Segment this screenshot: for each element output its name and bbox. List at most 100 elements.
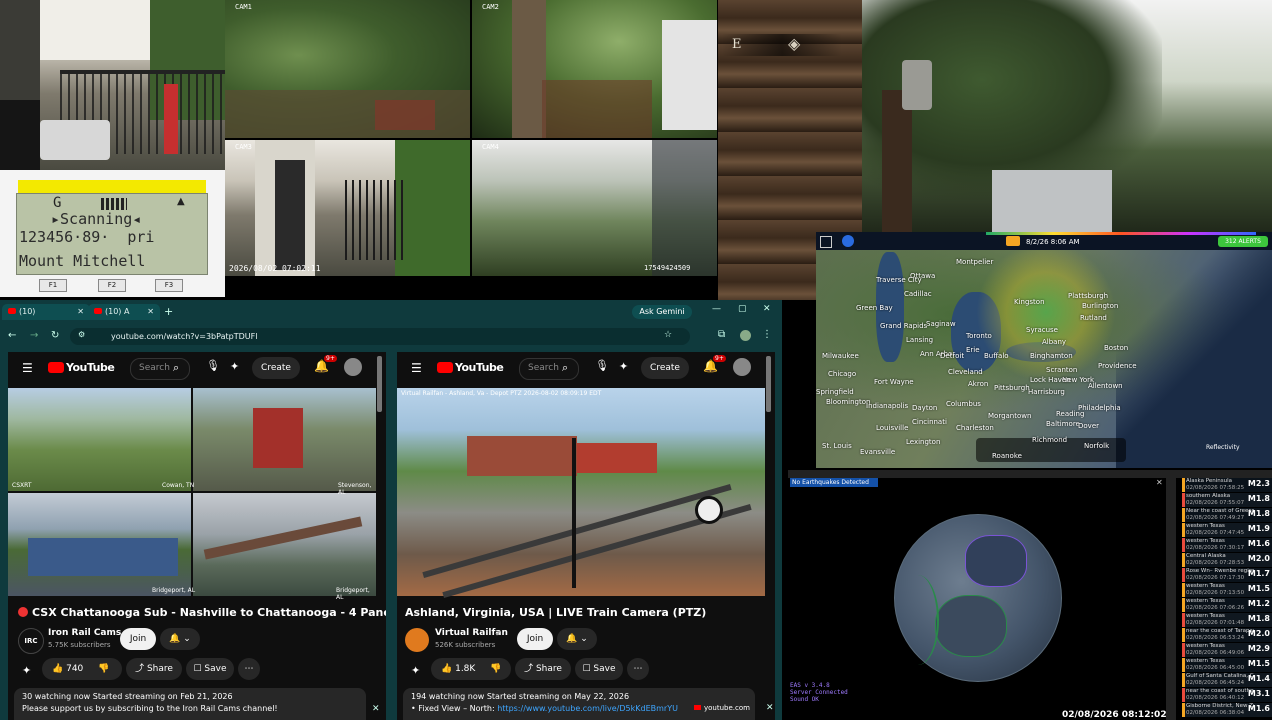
extensions-icon[interactable]: ⧉: [718, 329, 725, 340]
browser-tab-2[interactable]: (10) A ✕: [88, 304, 160, 320]
youtube-menu-icon[interactable]: ☰: [22, 361, 33, 375]
ask-gemini-button[interactable]: Ask Gemini: [632, 305, 692, 319]
quake-list-item[interactable]: near the coast of Tarapaca 02/08/2026 06:…: [1182, 628, 1272, 642]
forward-icon[interactable]: →: [30, 330, 38, 341]
microphone-icon[interactable]: 🎙: [206, 359, 220, 372]
quake-time: 02/08/2026 07:06:26: [1186, 605, 1245, 611]
globe[interactable]: [894, 514, 1062, 682]
scanner-f3-key[interactable]: F3: [155, 279, 183, 292]
quake-list-item[interactable]: western Texas 02/08/2026 07:13:50 M1.5: [1182, 583, 1272, 597]
quake-list-item[interactable]: western Texas 02/08/2026 07:47:45 M1.9: [1182, 523, 1272, 537]
youtube-logo-text[interactable]: YouTube: [66, 361, 115, 374]
tab-2-close-icon[interactable]: ✕: [147, 304, 154, 320]
youtube-logo-icon[interactable]: [437, 362, 453, 373]
video-player[interactable]: Virtual Railfan - Ashland, Va - Depot PT…: [397, 388, 765, 598]
share-button[interactable]: ⤴ Share: [515, 658, 571, 680]
gemini-sparkle-icon[interactable]: ✦: [411, 664, 420, 677]
reload-icon[interactable]: ↻: [51, 330, 59, 341]
youtube-com-chip[interactable]: youtube.com: [690, 701, 752, 715]
dislike-icon[interactable]: 👎: [490, 664, 501, 674]
bottom-close-icon[interactable]: ✕: [372, 704, 380, 714]
scanner-f1-key[interactable]: F1: [39, 279, 67, 292]
channel-avatar[interactable]: [405, 628, 429, 652]
like-dislike-button[interactable]: 👍 740 👎: [42, 658, 122, 680]
channel-name[interactable]: Iron Rail Cams: [48, 628, 121, 638]
description-link[interactable]: https://www.youtube.com/live/D5kKdEBmrYU: [497, 704, 678, 713]
scrollbar-thumb[interactable]: [377, 356, 382, 412]
youtube-logo-text[interactable]: YouTube: [455, 361, 504, 374]
site-info-icon[interactable]: ⚙: [78, 330, 85, 339]
browser-tab-1[interactable]: (10) ✕: [2, 304, 90, 320]
search-box[interactable]: Search ⌕: [519, 358, 579, 380]
gemini-spark-icon[interactable]: ✦: [230, 360, 239, 373]
maximize-icon[interactable]: ▢: [738, 304, 747, 314]
quake-list-item[interactable]: near the coast of southern...02/08/2026 …: [1182, 688, 1272, 702]
radio-scanner-display: G ▲ ▸Scanning◂ 123456·89· pri Mount Mitc…: [0, 170, 225, 297]
quake-list-item[interactable]: southern Alaska 02/08/2026 07:55:07 M1.8: [1182, 493, 1272, 507]
close-window-icon[interactable]: ✕: [763, 304, 771, 314]
browser-menu-icon[interactable]: ⋮: [762, 329, 772, 340]
triangle-icon: ▲: [177, 196, 185, 207]
quake-place: Rose Wn– Rwenbe region: [1186, 568, 1254, 574]
tab-1-close-icon[interactable]: ✕: [77, 304, 84, 320]
gemini-sparkle-icon[interactable]: ✦: [22, 664, 31, 677]
subscribed-bell-button[interactable]: 🔔 ⌄: [160, 628, 200, 650]
like-icon[interactable]: 👍: [441, 664, 452, 674]
youtube-menu-icon[interactable]: ☰: [411, 361, 422, 375]
chat-line: EAS v 3.4.8: [790, 682, 830, 689]
radar-city-label: Plattsburgh: [1068, 292, 1109, 300]
description-box[interactable]: 30 watching now Started streaming on Feb…: [14, 688, 366, 720]
user-avatar[interactable]: [733, 358, 751, 376]
radar-menu-icon[interactable]: [820, 236, 832, 248]
weather-radar-map[interactable]: 8/2/26 8:06 AM 312 ALERTS Reflectivity M…: [816, 232, 1272, 468]
quake-list-item[interactable]: Alaska Peninsula 02/08/2026 07:58:25 M2.3: [1182, 478, 1272, 492]
quake-list-item[interactable]: Near the coast of Greece 02/08/2026 07:49…: [1182, 508, 1272, 522]
save-button[interactable]: ☐ Save: [575, 658, 623, 680]
quake-list-item[interactable]: western Texas 02/08/2026 06:45:00 M1.5: [1182, 658, 1272, 672]
quake-list-item[interactable]: Gulf of Santa Catalina, Calif.02/08/2026…: [1182, 673, 1272, 687]
scrollbar-thumb[interactable]: [766, 356, 771, 412]
subscribed-bell-button[interactable]: 🔔 ⌄: [557, 628, 597, 650]
address-bar[interactable]: ⚙ youtube.com/watch?v=3bPatpTDUFl ☆: [70, 328, 690, 345]
scanner-f2-key[interactable]: F2: [98, 279, 126, 292]
quake-list-item[interactable]: western Texas 02/08/2026 07:01:48 M1.8: [1182, 613, 1272, 627]
radar-alerts-badge[interactable]: 312 ALERTS: [1218, 236, 1268, 247]
more-actions-icon[interactable]: ⋯: [238, 658, 260, 680]
radar-warning-icon[interactable]: [1006, 236, 1020, 246]
dislike-icon[interactable]: 👎: [98, 664, 109, 674]
search-icon[interactable]: ⌕: [173, 361, 179, 375]
more-actions-icon[interactable]: ⋯: [627, 658, 649, 680]
search-box[interactable]: Search ⌕: [130, 358, 190, 380]
create-button[interactable]: Create: [252, 357, 300, 379]
share-button[interactable]: ⤴ Share: [126, 658, 182, 680]
join-button[interactable]: Join: [120, 628, 156, 650]
quake-list-item[interactable]: western Texas 02/08/2026 07:30:17 M1.6: [1182, 538, 1272, 552]
youtube-pane-right: ☰ YouTube Search ⌕ 🎙 ✦ Create 🔔 9+ Virtu…: [397, 352, 775, 720]
gemini-spark-icon[interactable]: ✦: [619, 360, 628, 373]
search-icon[interactable]: ⌕: [562, 361, 568, 375]
save-button[interactable]: ☐ Save: [186, 658, 234, 680]
channel-avatar[interactable]: IRC: [18, 628, 44, 654]
back-icon[interactable]: ←: [8, 330, 16, 341]
user-avatar[interactable]: [344, 358, 362, 376]
quake-list-item[interactable]: Central Alaska 02/08/2026 07:28:53 M2.0: [1182, 553, 1272, 567]
youtube-logo-icon[interactable]: [48, 362, 64, 373]
bookmark-star-icon[interactable]: ☆: [664, 330, 672, 340]
quake-list-item[interactable]: Rose Wn– Rwenbe region 02/08/2026 07:17:3…: [1182, 568, 1272, 582]
quake-list-item[interactable]: western Texas 02/08/2026 07:06:26 M1.2: [1182, 598, 1272, 612]
quake-list-item[interactable]: Gisborne District, New Zeal...02/08/2026…: [1182, 703, 1272, 717]
profile-avatar[interactable]: [740, 330, 751, 341]
minimize-icon[interactable]: —: [712, 304, 721, 314]
microphone-icon[interactable]: 🎙: [595, 359, 609, 372]
quake-close-icon[interactable]: ✕: [1156, 478, 1163, 487]
like-dislike-button[interactable]: 👍 1.8K 👎: [431, 658, 511, 680]
video-player[interactable]: CSXRT Cowan, TN Stevenson, AL Bridgeport…: [8, 388, 376, 601]
like-icon[interactable]: 👍: [52, 664, 63, 674]
join-button[interactable]: Join: [517, 628, 553, 650]
quake-datetime: 02/08/2026 08:12:02: [1062, 710, 1167, 720]
chip-close-icon[interactable]: ✕: [766, 703, 774, 713]
quake-list-item[interactable]: western Texas 02/08/2026 06:49:06 M2.9: [1182, 643, 1272, 657]
create-button[interactable]: Create: [641, 357, 689, 379]
cam1-feed: CAM1: [225, 0, 470, 138]
new-tab-icon[interactable]: +: [164, 305, 173, 318]
